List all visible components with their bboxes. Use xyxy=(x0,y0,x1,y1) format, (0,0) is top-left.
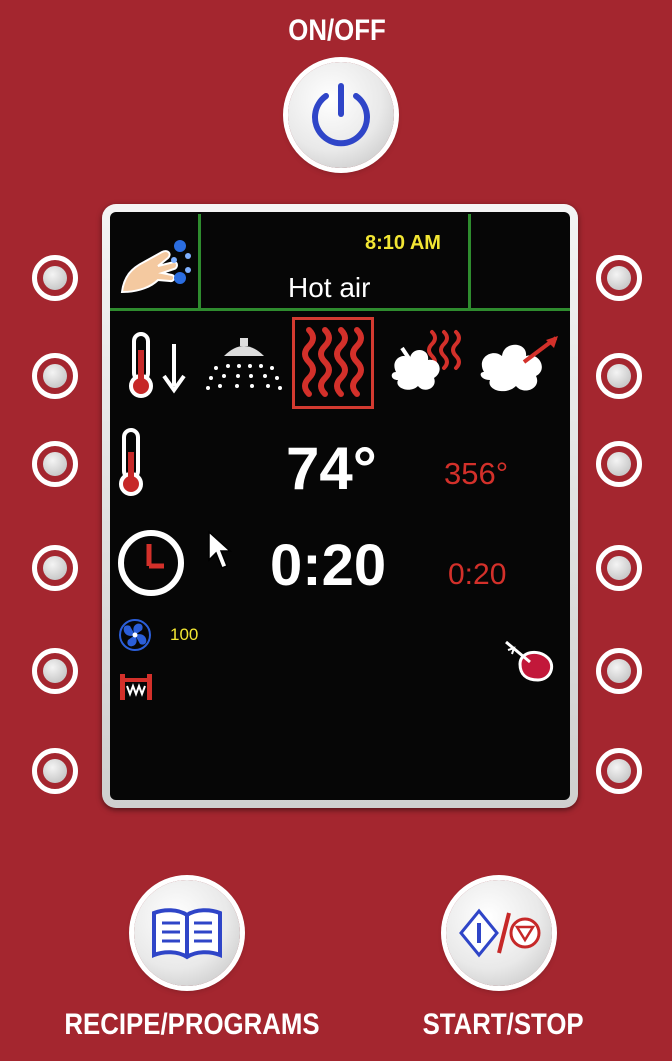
left-button-6[interactable] xyxy=(32,748,78,794)
timer-icon xyxy=(118,530,184,596)
left-button-2[interactable] xyxy=(32,353,78,399)
recipe-programs-button[interactable] xyxy=(134,880,240,986)
on-off-label: ON/OFF xyxy=(288,14,386,47)
start-stop-button[interactable] xyxy=(446,880,552,986)
header-divider-right xyxy=(468,214,471,308)
heating-element-icon xyxy=(120,674,152,700)
fan-speed-value: 100 xyxy=(170,625,199,644)
left-button-3[interactable] xyxy=(32,441,78,487)
left-button-1[interactable] xyxy=(32,255,78,301)
steam-mode-icon[interactable] xyxy=(474,328,562,398)
core-probe-icon[interactable] xyxy=(502,638,558,684)
right-button-2[interactable] xyxy=(596,353,642,399)
cool-down-icon[interactable] xyxy=(128,330,192,400)
start-stop-label: START/STOP xyxy=(422,1008,584,1041)
left-button-4[interactable] xyxy=(32,545,78,591)
mode-title: Hot air xyxy=(288,272,371,303)
cursor-pointer-icon xyxy=(208,530,232,569)
clock-display: 8:10 AM xyxy=(365,232,441,254)
right-button-1[interactable] xyxy=(596,255,642,301)
combi-mode-icon[interactable] xyxy=(388,326,470,398)
power-button[interactable] xyxy=(288,62,394,168)
fan-icon[interactable] xyxy=(118,618,152,652)
set-time[interactable]: 0:20 xyxy=(448,558,506,592)
power-icon xyxy=(312,83,370,147)
recipe-programs-label: RECIPE/PROGRAMS xyxy=(64,1008,320,1041)
left-button-5[interactable] xyxy=(32,648,78,694)
thermometer-icon xyxy=(119,428,143,496)
start-stop-icon xyxy=(459,908,541,958)
manual-mode-icon xyxy=(120,240,191,294)
right-button-6[interactable] xyxy=(596,748,642,794)
header-bottom-line xyxy=(110,308,570,311)
display-screen: 8:10 AM Hot air 74° 356° 0:20 0:20 100 xyxy=(110,212,570,800)
recipe-book-icon xyxy=(152,908,222,960)
right-button-5[interactable] xyxy=(596,648,642,694)
actual-temperature[interactable]: 74° xyxy=(286,434,377,503)
actual-time[interactable]: 0:20 xyxy=(270,532,386,599)
right-button-4[interactable] xyxy=(596,545,642,591)
hot-air-mode-selected[interactable] xyxy=(292,317,374,409)
set-temperature[interactable]: 356° xyxy=(444,456,508,492)
humidify-icon[interactable] xyxy=(206,334,282,394)
header-divider-left xyxy=(198,214,201,308)
hot-air-icon xyxy=(302,327,364,397)
right-button-3[interactable] xyxy=(596,441,642,487)
